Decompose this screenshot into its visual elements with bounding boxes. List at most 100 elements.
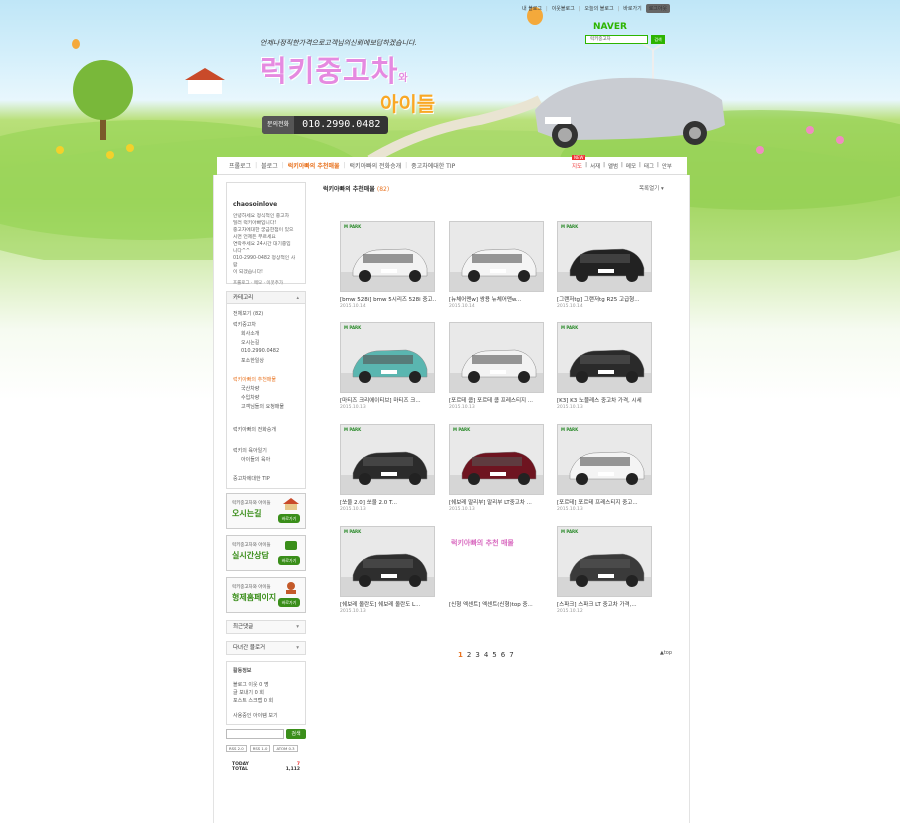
nav-tip[interactable]: 중고차에대한 TIP: [411, 161, 455, 170]
person-icon: [283, 582, 299, 594]
cat-phone-intro[interactable]: 럭키아빠의 전화승개: [233, 426, 276, 433]
nav-map[interactable]: 지도: [572, 162, 582, 170]
car-caption[interactable]: [그랜저tg] 그랜저tg R25 고급형...: [557, 295, 653, 303]
car-thumbnail[interactable]: M PARK: [557, 526, 652, 597]
car-thumbnail[interactable]: M PARK: [340, 424, 435, 495]
car-caption[interactable]: [쉐보레 올란도] 쉐보레 올란도 L...: [340, 600, 436, 608]
naver-logo[interactable]: NAVER: [593, 22, 627, 32]
link-my-blog[interactable]: 내 블로그: [522, 5, 542, 12]
link-neighbor-blog[interactable]: 이웃블로그: [552, 5, 575, 12]
car-card[interactable]: [뉴체어맨w] 쌍용 뉴체어맨w... 2015.10.14: [449, 221, 545, 309]
profile-name[interactable]: chaosoinlove: [233, 201, 299, 208]
car-caption[interactable]: [bmw 528i] bmw 5시리즈 528i 중고...: [340, 295, 436, 303]
cat-requested[interactable]: 고객님들의 요청매물: [241, 403, 284, 410]
nav-memo[interactable]: 메모: [626, 162, 636, 170]
page-3[interactable]: 3: [475, 651, 479, 659]
car-thumbnail[interactable]: M PARK: [449, 424, 544, 495]
nav-blog[interactable]: 블로그: [261, 161, 278, 170]
cat-domestic[interactable]: 국산차량: [241, 385, 259, 392]
car-card[interactable]: M PARK [쉐보레 올란도] 쉐보레 올란도 L... 2015.10.13: [340, 526, 436, 614]
car-card[interactable]: M PARK [쉐보레 말리부] 말리부 LT중고차 ... 2015.10.13: [449, 424, 545, 512]
car-thumbnail[interactable]: M PARK: [557, 322, 652, 393]
cat-all[interactable]: 전체보기 (82): [233, 310, 263, 317]
nav-guestbook[interactable]: 안부: [662, 162, 672, 170]
nav-phone-intro[interactable]: 럭키아빠의 전화승개: [350, 161, 402, 170]
car-caption[interactable]: [포르테 쿱] 포르테 쿱 프레스티지 ...: [449, 396, 545, 404]
car-card[interactable]: 럭키아빠의 추천 매물 [신형 엑센트] 엑센트(신형)top 중...: [449, 526, 545, 608]
promo-image[interactable]: 럭키아빠의 추천 매물: [449, 526, 544, 597]
car-card[interactable]: [포르테 쿱] 포르테 쿱 프레스티지 ... 2015.10.13: [449, 322, 545, 410]
cat-lucky[interactable]: 럭키중고차: [233, 321, 256, 328]
profile-links[interactable]: 프롤로그 · 메모 · 이웃추가: [233, 280, 299, 286]
cat-recommended[interactable]: 럭키아빠의 추천매물: [233, 376, 276, 383]
car-thumbnail[interactable]: M PARK: [340, 221, 435, 292]
car-caption[interactable]: [쏘울 2.0] 쏘울 2.0 T...: [340, 498, 436, 506]
top-link[interactable]: ▲top: [660, 650, 672, 656]
car-thumbnail[interactable]: M PARK: [557, 424, 652, 495]
banner-location-go[interactable]: 바로가기: [278, 514, 300, 523]
atom-button[interactable]: ATOM 0.3: [273, 745, 298, 752]
page-5[interactable]: 5: [492, 651, 496, 659]
car-caption[interactable]: [포르테] 포르테 프레스티지 중고...: [557, 498, 653, 506]
car-thumbnail[interactable]: [449, 221, 544, 292]
car-caption[interactable]: [뉴체어맨w] 쌍용 뉴체어맨w...: [449, 295, 545, 303]
sidebar-search-input[interactable]: [226, 729, 284, 739]
car-thumbnail[interactable]: M PARK: [340, 526, 435, 597]
car-card[interactable]: M PARK [쏘울 2.0] 쏘울 2.0 T... 2015.10.13: [340, 424, 436, 512]
visited-bloggers[interactable]: 다녀간 블로거 ▾: [226, 641, 306, 655]
car-caption[interactable]: [스파크] 스파크 LT 중고차 가격,...: [557, 600, 653, 608]
car-caption[interactable]: [K3] K3 노블레스 중고차 가격, 시세: [557, 396, 653, 404]
page-7[interactable]: 7: [509, 651, 513, 659]
car-card[interactable]: M PARK [스파크] 스파크 LT 중고차 가격,... 2015.10.12: [557, 526, 653, 614]
page-2[interactable]: 2: [467, 651, 471, 659]
car-caption[interactable]: [신형 엑센트] 엑센트(신형)top 중...: [449, 600, 545, 608]
naver-search-button[interactable]: 검색: [651, 35, 665, 44]
profile-desc: 안녕하세요 정식적인 중고차 딜러 럭키아빠입니다! 중고차에대한 궁금한점이 있으…: [233, 214, 296, 275]
page-1[interactable]: 1: [458, 651, 463, 659]
car-caption[interactable]: [마티즈 크리에이티브] 마티즈 크...: [340, 396, 436, 404]
list-toggle[interactable]: 목록열기 ▾: [639, 184, 664, 192]
nav-library[interactable]: 서재: [590, 162, 600, 170]
naver-search: 럭키중고차 검색: [585, 35, 665, 44]
cat-imported[interactable]: 수입차량: [241, 394, 259, 401]
banner-consult-go[interactable]: 바로가기: [278, 556, 300, 565]
nav-recommended[interactable]: 럭키아빠의 추천매물: [288, 161, 340, 170]
car-card[interactable]: M PARK [그랜저tg] 그랜저tg R25 고급형... 2015.10.14: [557, 221, 653, 309]
banner-homepage[interactable]: 럭키중고차와 아이들 형제홈페이지 바로가기: [226, 577, 306, 613]
car-card[interactable]: M PARK [마티즈 크리에이티브] 마티즈 크... 2015.10.13: [340, 322, 436, 410]
car-thumbnail[interactable]: [449, 322, 544, 393]
cat-diary[interactable]: 럭키의 육아일기: [233, 447, 267, 454]
sidebar-search-button[interactable]: 검색: [286, 729, 306, 739]
nav-tag[interactable]: 태그: [644, 162, 654, 170]
cat-childcare[interactable]: 아이들의 육아: [241, 456, 270, 463]
nav-right: 지도 | 서재 | 앨범 | 메모 | 태그 | 안부: [571, 162, 672, 170]
car-card[interactable]: M PARK [포르테] 포르테 프레스티지 중고... 2015.10.13: [557, 424, 653, 512]
cat-phone[interactable]: 010.2990.0482: [241, 348, 279, 354]
link-shortcut[interactable]: 바로가기: [623, 5, 641, 12]
banner-consult[interactable]: 럭키중고차와 아이들 실시간상담 바로가기: [226, 535, 306, 571]
car-thumbnail[interactable]: M PARK: [557, 221, 652, 292]
car-caption[interactable]: [쉐보레 말리부] 말리부 LT중고차 ...: [449, 498, 545, 506]
cat-tip[interactable]: 중고차에대한 TIP: [233, 475, 270, 482]
cat-company[interactable]: 회사소개: [241, 330, 259, 337]
rss2-button[interactable]: RSS 2.0: [226, 745, 247, 752]
banner-homepage-go[interactable]: 바로가기: [278, 598, 300, 607]
page-6[interactable]: 6: [501, 651, 505, 659]
rss1-button[interactable]: RSS 1.0: [249, 745, 271, 752]
cat-location[interactable]: 오시는길: [241, 339, 259, 346]
naver-search-input[interactable]: 럭키중고차: [585, 35, 648, 44]
car-card[interactable]: M PARK [bmw 528i] bmw 5시리즈 528i 중고... 2015…: [340, 221, 436, 309]
category-header[interactable]: 카테고리 ▴: [227, 292, 305, 304]
car-thumbnail[interactable]: M PARK: [340, 322, 435, 393]
nav-prologue[interactable]: 프롤로그: [229, 161, 251, 170]
banner-location[interactable]: 럭키중고차와 아이들 오시는길 바로가기: [226, 493, 306, 529]
promo-text: 럭키아빠의 추천 매물: [451, 539, 514, 547]
item-link[interactable]: 사용중인 아이템 보기: [233, 712, 278, 719]
car-card[interactable]: M PARK [K3] K3 노블레스 중고차 가격, 시세 2015.10.13: [557, 322, 653, 410]
link-today-blog[interactable]: 오늘의 블로그: [584, 5, 613, 12]
page-4[interactable]: 4: [484, 651, 488, 659]
recent-comments[interactable]: 최근댓글 ▾: [226, 620, 306, 634]
logout-button[interactable]: 로그아웃: [645, 4, 671, 13]
cat-daily[interactable]: 포소한일상: [241, 357, 264, 364]
nav-album[interactable]: 앨범: [608, 162, 618, 170]
